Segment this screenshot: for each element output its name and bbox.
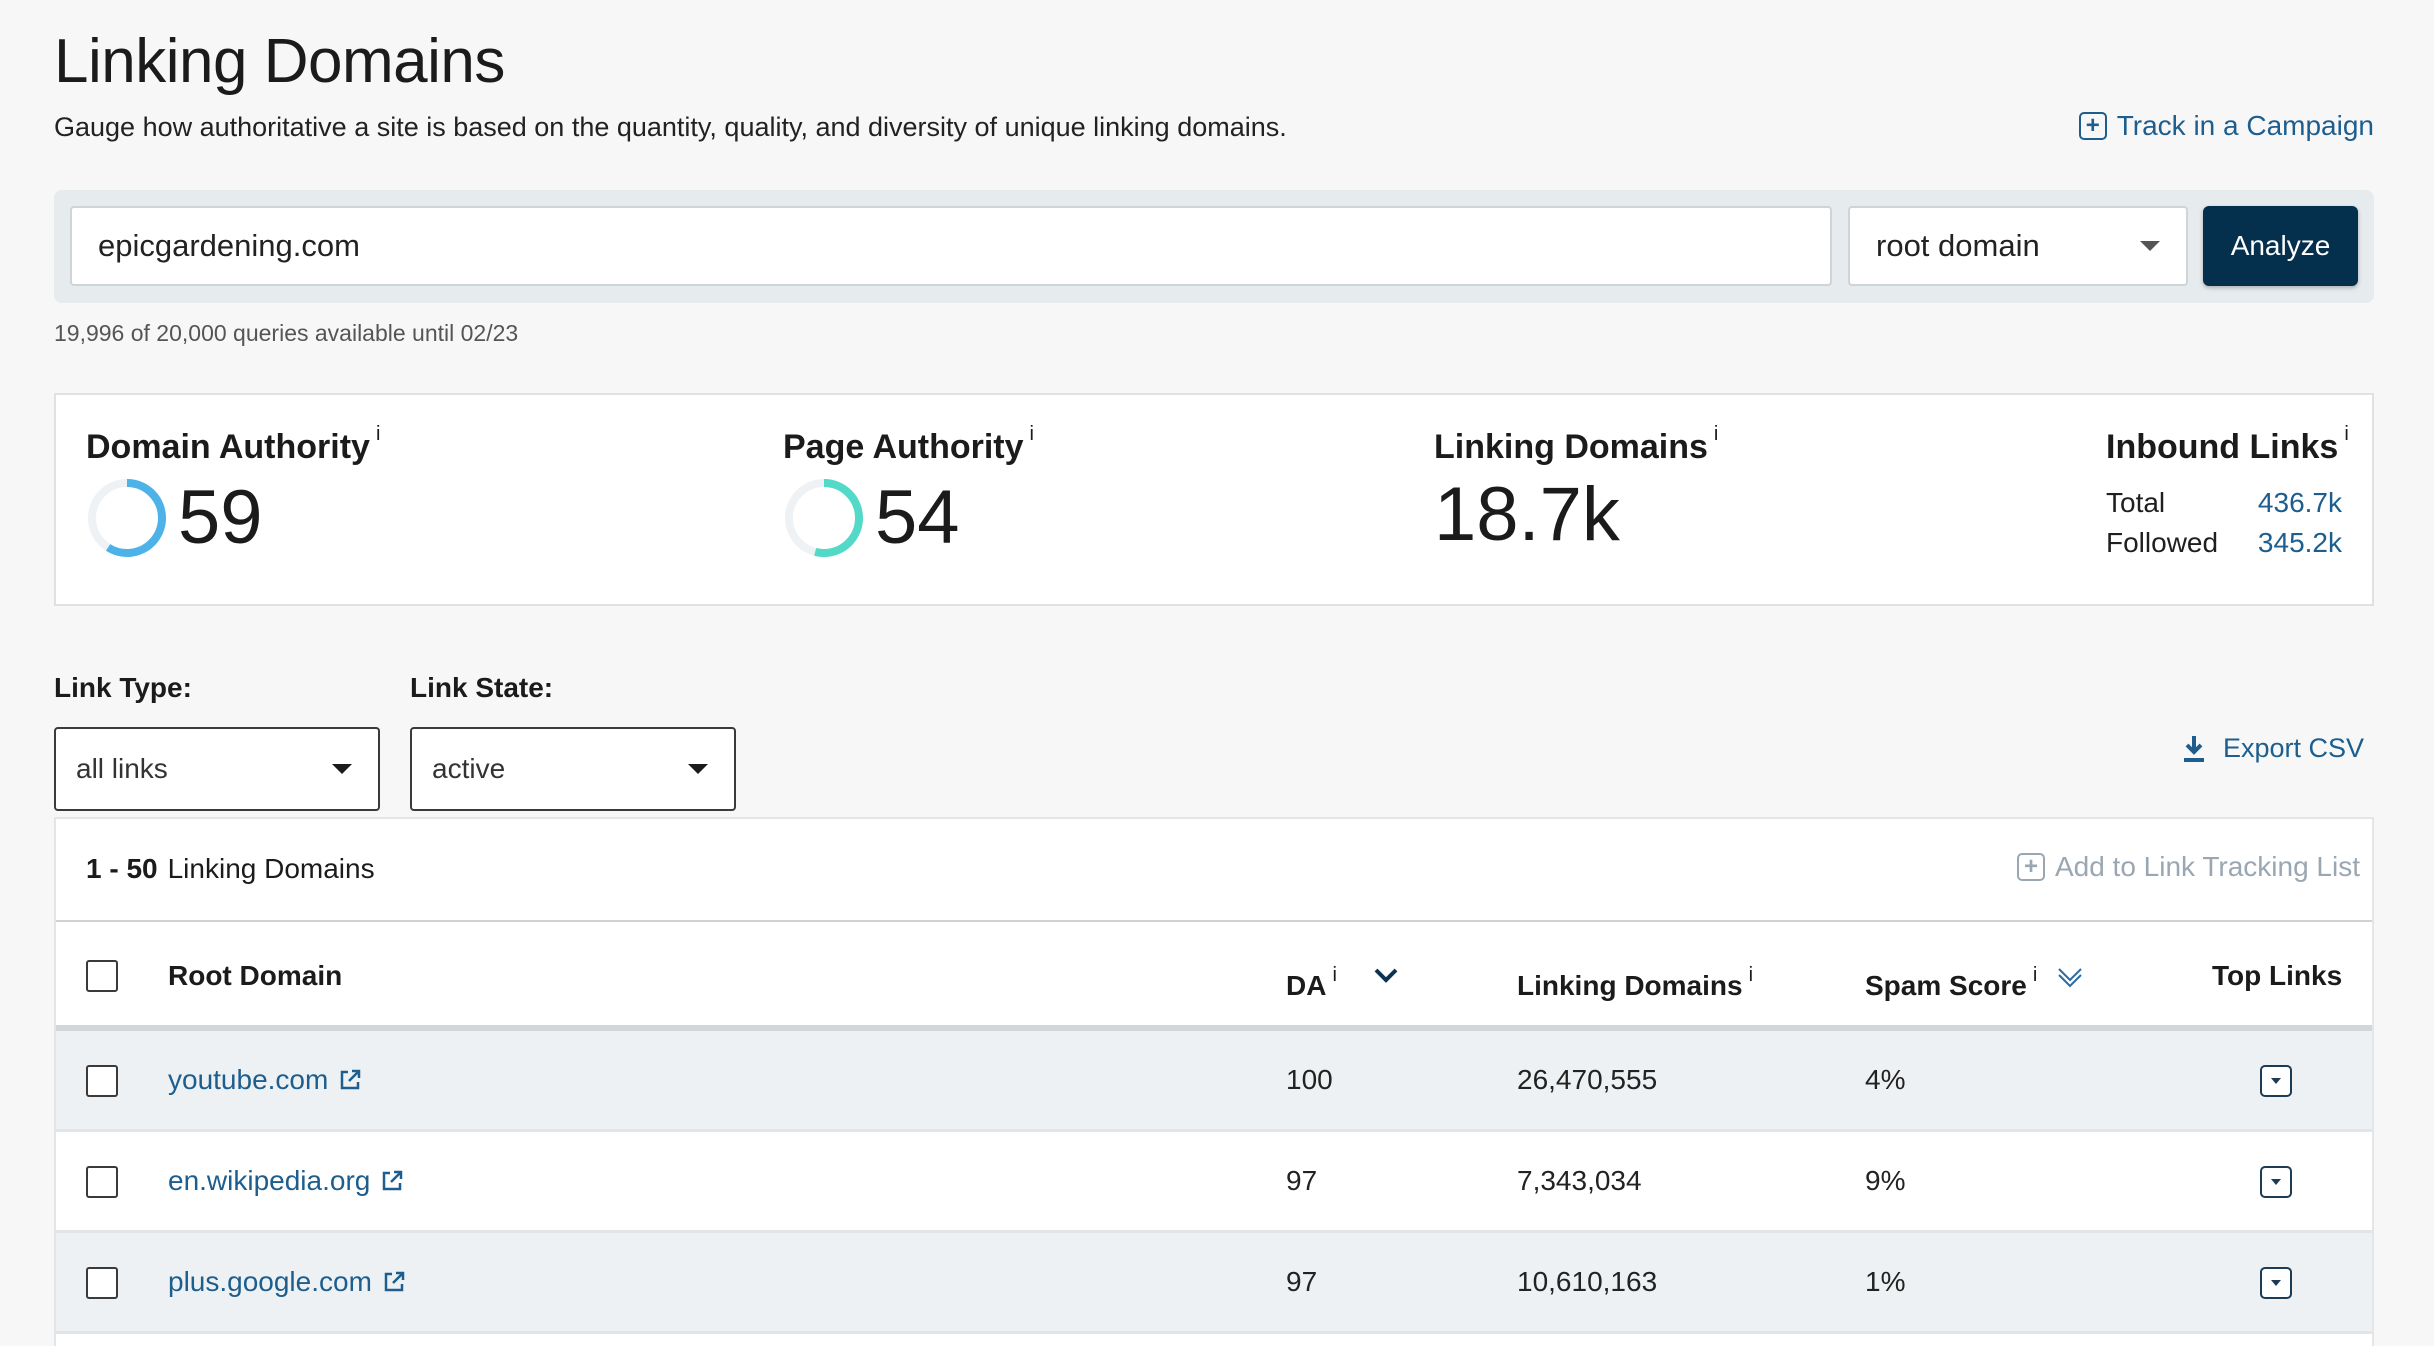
scope-select-value: root domain — [1876, 228, 2040, 263]
results-table: 1 - 50 Linking Domains + Add to Link Trac… — [54, 817, 2374, 1346]
inbound-total-label: Total — [2106, 487, 2166, 518]
expand-top-links-button[interactable] — [2260, 1166, 2292, 1198]
inbound-followed-label: Followed — [2106, 527, 2219, 558]
linking-domains-label: Linking Domains — [1434, 428, 1708, 466]
page-authority-metric: Page Authority i 54 — [783, 423, 1034, 559]
linking-domains-value: 18.7k — [1434, 472, 1620, 557]
export-csv-label: Export CSV — [2222, 733, 2364, 763]
track-in-campaign-link[interactable]: + Track in a Campaign — [2078, 110, 2374, 142]
row-checkbox[interactable] — [86, 1166, 118, 1198]
add-to-link-tracking-button[interactable]: + Add to Link Tracking List — [2016, 851, 2360, 883]
select-all-checkbox[interactable] — [86, 960, 118, 992]
info-icon[interactable]: i — [1030, 423, 1034, 445]
link-state-label: Link State: — [410, 672, 554, 703]
inbound-links-metric: Inbound Links i Total 436.7k Followed 345… — [2106, 423, 2349, 563]
page-subtitle: Gauge how authoritative a site is based … — [54, 112, 1287, 142]
link-type-select[interactable]: all links — [54, 727, 380, 811]
plus-square-icon: + — [2016, 853, 2045, 881]
column-spam-score[interactable]: Spam Score i — [1865, 964, 2037, 1002]
domain-authority-label: Domain Authority — [86, 428, 370, 466]
page-authority-value: 54 — [875, 475, 960, 560]
external-link-icon — [383, 1170, 403, 1191]
metrics-panel: Domain Authority i 59 Page Authority i 54 … — [54, 393, 2374, 606]
export-csv-button[interactable]: Export CSV — [2181, 733, 2364, 764]
caret-down-icon — [2140, 241, 2160, 251]
inbound-links-table: Total 436.7k Followed 345.2k — [2106, 483, 2349, 563]
add-to-link-tracking-label: Add to Link Tracking List — [2054, 851, 2360, 882]
column-spam-score-label: Spam Score — [1865, 970, 2027, 1001]
spam-score-value: 9% — [1865, 1165, 1906, 1196]
inbound-followed-value: 345.2k — [2257, 527, 2342, 558]
linking-domains-metric: Linking Domains i 18.7k — [1434, 423, 1718, 553]
download-icon — [2183, 735, 2204, 762]
expand-top-links-button[interactable] — [2260, 1065, 2292, 1097]
link-type-label: Link Type: — [54, 672, 192, 703]
search-panel: root domain Analyze — [54, 190, 2374, 303]
da-value: 97 — [1286, 1266, 1318, 1297]
linking-domains-count: 26,470,555 — [1517, 1064, 1658, 1095]
page-authority-label: Page Authority — [783, 428, 1024, 466]
domain-name: youtube.com — [168, 1064, 329, 1095]
column-root-domain[interactable]: Root Domain — [168, 960, 342, 992]
info-icon[interactable]: i — [2344, 423, 2348, 445]
results-range: 1 - 50 — [86, 853, 158, 884]
link-state-select[interactable]: active — [410, 727, 736, 811]
column-top-links: Top Links — [2212, 960, 2343, 991]
caret-down-icon — [688, 764, 708, 774]
da-value: 100 — [1286, 1064, 1333, 1095]
domain-link[interactable]: plus.google.com — [168, 1266, 406, 1298]
track-in-campaign-label: Track in a Campaign — [2116, 110, 2374, 141]
query-quota: 19,996 of 20,000 queries available until… — [54, 320, 519, 346]
info-icon[interactable]: i — [1749, 964, 1753, 986]
info-icon[interactable]: i — [1714, 423, 1718, 445]
linking-domains-count: 10,610,163 — [1517, 1266, 1658, 1297]
external-link-icon — [341, 1069, 361, 1090]
column-da-label: DA — [1286, 970, 1327, 1001]
spam-score-value: 4% — [1865, 1064, 1906, 1095]
domain-authority-gauge — [88, 479, 166, 557]
domain-name: plus.google.com — [168, 1266, 372, 1297]
domain-name: en.wikipedia.org — [168, 1165, 371, 1196]
sort-descending-icon[interactable] — [1373, 966, 1399, 984]
results-range-label: Linking Domains — [167, 853, 375, 884]
spam-score-value: 1% — [1865, 1266, 1906, 1297]
table-row: plus.google.com 97 10,610,163 1% — [56, 1233, 2372, 1334]
row-checkbox[interactable] — [86, 1065, 118, 1097]
table-row: en.wikipedia.org 97 7,343,034 9% — [56, 1132, 2372, 1233]
column-linking-domains-label: Linking Domains — [1517, 970, 1743, 1001]
da-value: 97 — [1286, 1165, 1318, 1196]
info-icon[interactable]: i — [2033, 964, 2037, 986]
plus-square-icon: + — [2078, 112, 2107, 140]
table-header: Root Domain DA i Linking Domains i Spam Sc… — [56, 920, 2372, 1031]
external-link-icon — [384, 1271, 405, 1292]
domain-link[interactable]: en.wikipedia.org — [168, 1165, 404, 1197]
expand-top-links-button[interactable] — [2260, 1267, 2292, 1299]
domain-search-input[interactable] — [70, 206, 1832, 286]
page-authority-gauge — [785, 479, 863, 557]
analyze-button[interactable]: Analyze — [2203, 206, 2358, 286]
table-row: youtube.com 100 26,470,555 4% — [56, 1031, 2372, 1132]
caret-down-icon — [2271, 1280, 2281, 1286]
scope-select[interactable]: root domain — [1848, 206, 2188, 286]
column-linking-domains[interactable]: Linking Domains i — [1517, 964, 1753, 1002]
row-checkbox[interactable] — [86, 1267, 118, 1299]
caret-down-icon — [2271, 1179, 2281, 1185]
link-type-value: all links — [76, 753, 168, 784]
page-title: Linking Domains — [54, 27, 505, 96]
domain-link[interactable]: youtube.com — [168, 1064, 362, 1096]
results-count: 1 - 50 Linking Domains — [86, 853, 375, 885]
inbound-total-value: 436.7k — [2257, 487, 2342, 518]
column-da[interactable]: DA i — [1286, 964, 1337, 1002]
caret-down-icon — [332, 764, 352, 774]
info-icon[interactable]: i — [1332, 964, 1336, 986]
inbound-links-label: Inbound Links — [2106, 428, 2339, 466]
domain-authority-value: 59 — [178, 475, 263, 560]
caret-down-icon — [2271, 1078, 2281, 1084]
linking-domains-count: 7,343,034 — [1517, 1165, 1642, 1196]
sort-double-chevron-icon[interactable] — [2056, 966, 2084, 988]
info-icon[interactable]: i — [376, 423, 380, 445]
link-state-value: active — [432, 753, 506, 784]
domain-authority-metric: Domain Authority i 59 — [86, 423, 380, 559]
